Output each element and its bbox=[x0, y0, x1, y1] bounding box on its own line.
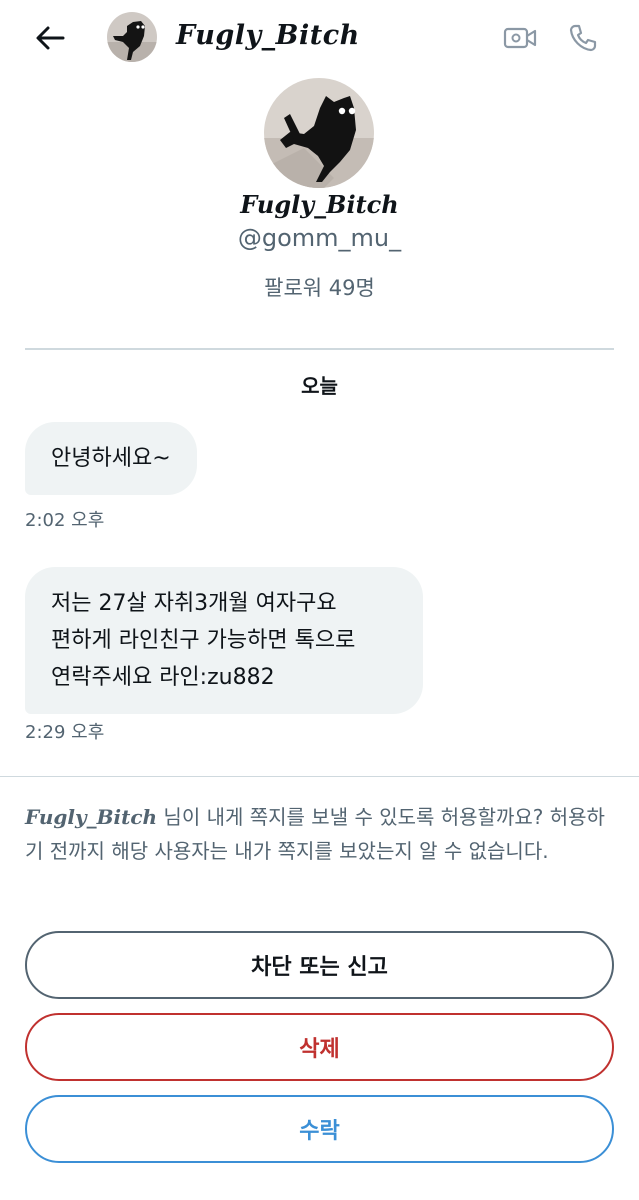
back-button[interactable] bbox=[30, 18, 70, 58]
message-text-line: 저는 27살 자취3개월 여자구요 bbox=[51, 591, 337, 616]
voice-call-button[interactable] bbox=[563, 18, 603, 58]
date-separator: 오늘 bbox=[301, 374, 338, 398]
request-divider bbox=[0, 776, 639, 777]
section-divider bbox=[25, 348, 614, 350]
request-sender-name: Fugly_Bitch bbox=[25, 805, 158, 829]
header-avatar[interactable] bbox=[107, 12, 157, 62]
header-username[interactable]: Fugly_Bitch bbox=[176, 20, 360, 51]
conversation-header: Fugly_Bitch bbox=[0, 0, 639, 76]
follower-count: 팔로워 49명 bbox=[264, 276, 375, 300]
message-text: 안녕하세요~ bbox=[51, 446, 171, 471]
accept-button[interactable]: 수락 bbox=[25, 1095, 614, 1163]
message-request-notice: Fugly_Bitch 님이 내게 쪽지를 보낼 수 있도록 허용할까요? 허용… bbox=[25, 800, 615, 868]
message-timestamp: 2:02 오후 bbox=[25, 510, 105, 531]
profile-avatar[interactable] bbox=[264, 78, 374, 188]
message-text-line: 연락주세요 라인:zu882 bbox=[51, 665, 275, 690]
profile-display-name[interactable]: Fugly_Bitch bbox=[0, 190, 639, 219]
phone-icon bbox=[569, 24, 597, 52]
back-arrow-icon bbox=[36, 26, 65, 50]
video-call-button[interactable] bbox=[500, 18, 540, 58]
profile-handle: @gomm_mu_ bbox=[237, 224, 402, 252]
video-camera-icon bbox=[503, 27, 537, 49]
block-or-report-button[interactable]: 차단 또는 신고 bbox=[25, 931, 614, 999]
message-timestamp: 2:29 오후 bbox=[25, 722, 105, 743]
message-text-line: 편하게 라인친구 가능하면 톡으로 bbox=[51, 628, 356, 653]
message-bubble[interactable]: 저는 27살 자취3개월 여자구요 편하게 라인친구 가능하면 톡으로 연락주세… bbox=[25, 567, 423, 714]
delete-button[interactable]: 삭제 bbox=[25, 1013, 614, 1081]
message-bubble[interactable]: 안녕하세요~ bbox=[25, 422, 197, 495]
